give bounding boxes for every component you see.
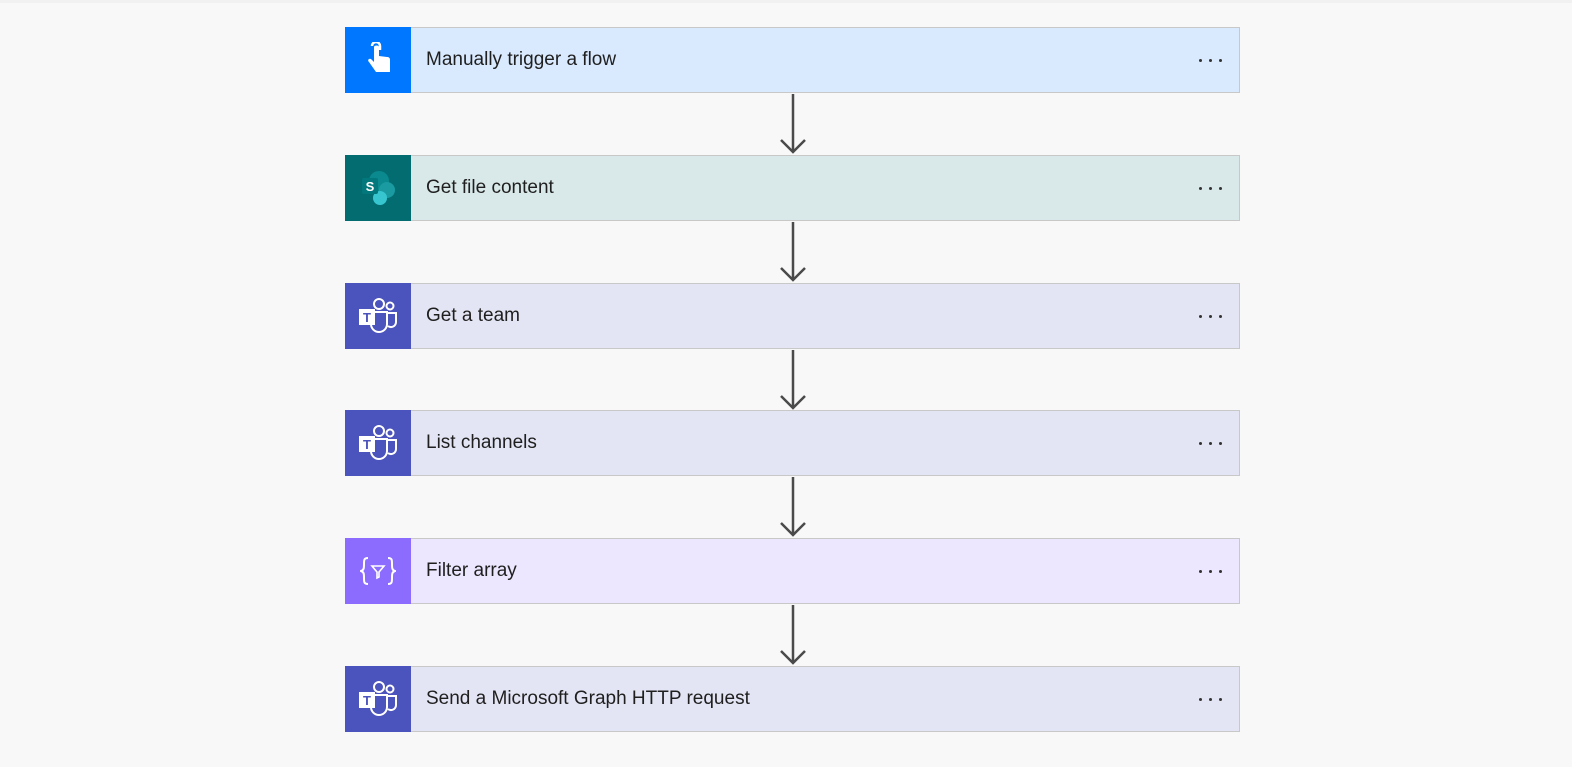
step-card-manual-trigger[interactable]: Manually trigger a flow [345, 26, 1240, 93]
step-title: List channels [426, 432, 537, 453]
more-options-button[interactable] [1185, 168, 1235, 208]
svg-text:T: T [363, 693, 371, 708]
step-card-get-a-team[interactable]: T Get a team [345, 282, 1240, 349]
teams-icon: T [345, 409, 411, 476]
more-options-button[interactable] [1185, 423, 1235, 463]
touch-hand-icon [345, 26, 411, 93]
top-border [0, 0, 1572, 3]
svg-text:T: T [363, 437, 371, 452]
step-card-list-channels[interactable]: T List channels [345, 409, 1240, 476]
svg-text:T: T [363, 310, 371, 325]
more-options-button[interactable] [1185, 551, 1235, 591]
arrow-down-icon [780, 350, 806, 410]
arrow-down-icon [780, 94, 806, 154]
step-card-filter-array[interactable]: Filter array [345, 537, 1240, 604]
arrow-down-icon [780, 477, 806, 537]
teams-icon: T [345, 665, 411, 732]
svg-text:S: S [366, 179, 375, 194]
teams-icon: T [345, 282, 411, 349]
arrow-down-icon [780, 605, 806, 665]
step-title: Send a Microsoft Graph HTTP request [426, 688, 750, 709]
step-title: Filter array [426, 560, 517, 581]
step-title: Manually trigger a flow [426, 49, 617, 70]
sharepoint-icon: S [345, 154, 411, 221]
arrow-down-icon [780, 222, 806, 282]
more-options-button[interactable] [1185, 296, 1235, 336]
step-title: Get a team [426, 305, 520, 326]
filter-array-icon [345, 537, 411, 604]
step-card-get-file-content[interactable]: S Get file content [345, 154, 1240, 221]
step-card-send-graph-request[interactable]: T Send a Microsoft Graph HTTP request [345, 665, 1240, 732]
more-options-button[interactable] [1185, 40, 1235, 80]
more-options-button[interactable] [1185, 679, 1235, 719]
step-title: Get file content [426, 177, 554, 198]
